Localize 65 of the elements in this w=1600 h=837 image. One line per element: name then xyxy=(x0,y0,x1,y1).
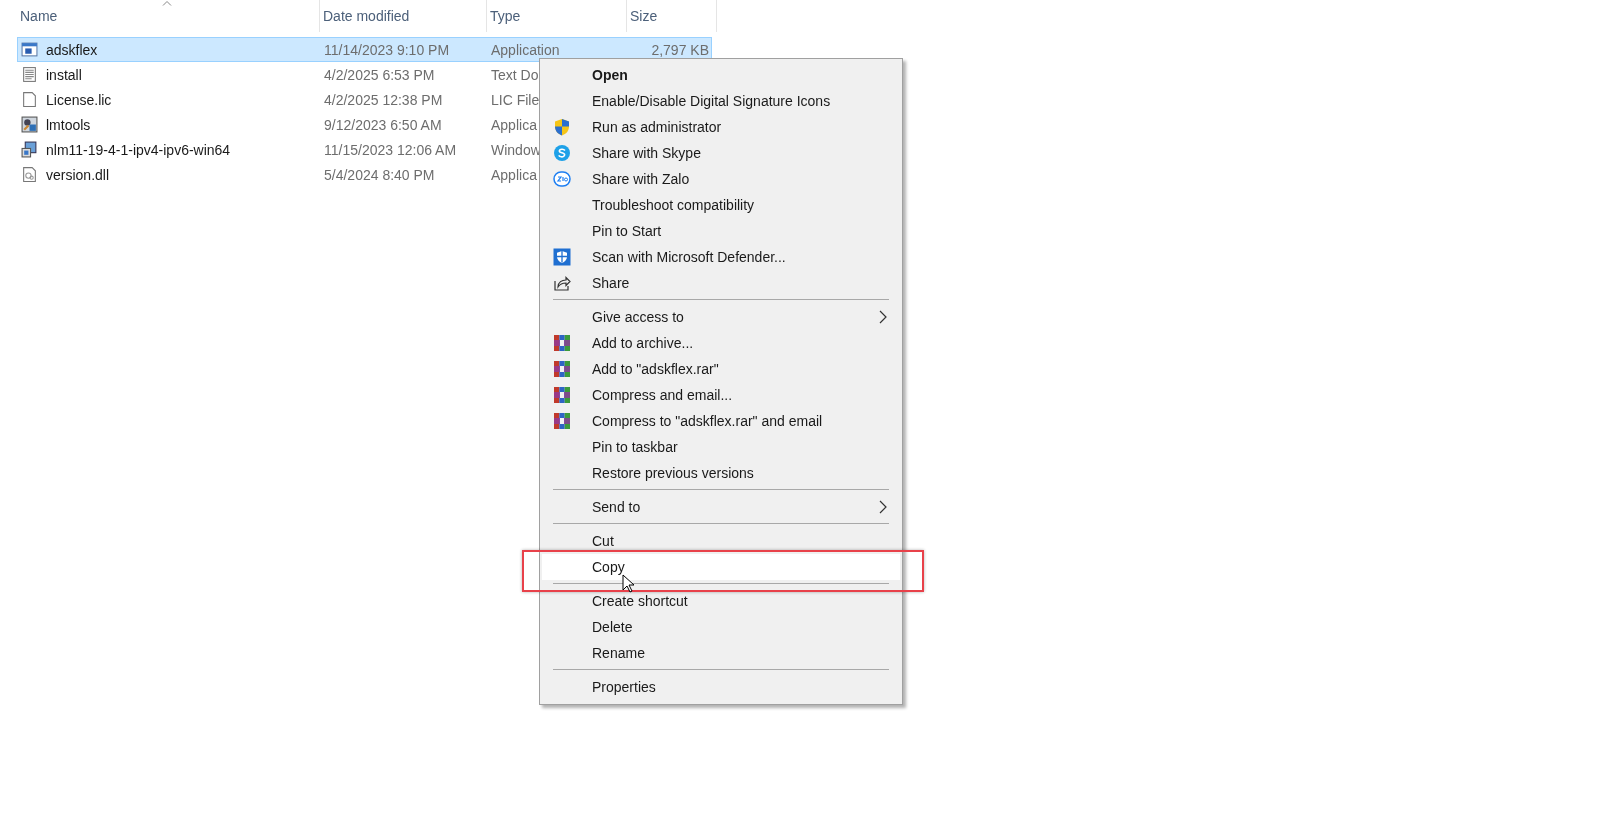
menu-item[interactable]: Compress to "adskflex.rar" and email xyxy=(542,408,900,434)
column-header[interactable]: Date modified xyxy=(323,8,410,24)
type-cell-text: Applica xyxy=(490,166,537,183)
skype-icon xyxy=(553,144,571,162)
menu-item[interactable]: Open xyxy=(542,62,900,88)
dll-file-icon xyxy=(21,166,38,183)
menu-item[interactable]: Add to "adskflex.rar" xyxy=(542,356,900,382)
menu-item[interactable]: Enable/Disable Digital Signature Icons xyxy=(542,88,900,114)
menu-item[interactable]: Run as administrator xyxy=(542,114,900,140)
date-cell-text: 5/4/2024 8:40 PM xyxy=(323,166,435,183)
menu-item[interactable]: Restore previous versions xyxy=(542,460,900,486)
share-icon xyxy=(553,274,571,292)
mouse-pointer-icon xyxy=(622,574,634,593)
archive-icon xyxy=(553,412,571,430)
file-name: lmtools xyxy=(46,116,91,133)
chevron-right-icon xyxy=(879,310,888,324)
menu-item[interactable]: Share with Skype xyxy=(542,140,900,166)
tool-icon xyxy=(21,116,38,133)
date-cell-text: 11/14/2023 9:10 PM xyxy=(323,41,450,58)
menu-item[interactable]: Create shortcut xyxy=(542,588,900,614)
type-cell-text: Applica xyxy=(490,116,537,133)
file-row[interactable]: adskflex 11/14/2023 9:10 PM Application 2,797 KB xyxy=(17,37,712,62)
menu-item[interactable]: Cut xyxy=(542,528,900,554)
installer-icon xyxy=(21,141,38,158)
menu-item[interactable]: Send to xyxy=(542,494,900,520)
column-header[interactable]: Size xyxy=(630,8,658,24)
file-name: version.dll xyxy=(46,166,110,183)
type-cell-text: Application xyxy=(490,41,560,58)
menu-item[interactable]: Pin to taskbar xyxy=(542,434,900,460)
menu-item[interactable]: Scan with Microsoft Defender... xyxy=(542,244,900,270)
file-icon xyxy=(21,91,38,108)
archive-icon xyxy=(553,360,571,378)
column-header[interactable]: Type xyxy=(490,8,521,24)
date-cell-text: 9/12/2023 6:50 AM xyxy=(323,116,442,133)
column-header[interactable]: Name xyxy=(20,8,58,24)
shield-icon xyxy=(553,248,571,266)
file-name: adskflex xyxy=(46,41,98,58)
menu-item[interactable]: Properties xyxy=(542,674,900,700)
menu-item[interactable]: Give access to xyxy=(542,304,900,330)
date-cell-text: 11/15/2023 12:06 AM xyxy=(323,141,457,158)
menu-item[interactable]: Share with Zalo xyxy=(542,166,900,192)
menu-item[interactable]: Compress and email... xyxy=(542,382,900,408)
menu-item[interactable]: Pin to Start xyxy=(542,218,900,244)
menu-item[interactable]: Share xyxy=(542,270,900,296)
shield-icon xyxy=(553,118,571,136)
menu-item[interactable]: Delete xyxy=(542,614,900,640)
date-cell-text: 4/2/2025 6:53 PM xyxy=(323,66,435,83)
type-cell-text: LIC File xyxy=(490,91,540,108)
text-file-icon xyxy=(21,66,38,83)
archive-icon xyxy=(553,334,571,352)
menu-item[interactable]: Copy xyxy=(542,554,900,580)
file-name: License.lic xyxy=(46,91,112,108)
file-name: nlm11-19-4-1-ipv4-ipv6-win64 xyxy=(46,141,231,158)
application-icon xyxy=(21,41,38,58)
menu-item[interactable]: Troubleshoot compatibility xyxy=(542,192,900,218)
zalo-icon xyxy=(553,170,571,188)
size-cell-text: 2,797 KB xyxy=(650,41,710,58)
menu-item[interactable]: Add to archive... xyxy=(542,330,900,356)
archive-icon xyxy=(553,386,571,404)
chevron-right-icon xyxy=(879,500,888,514)
menu-item[interactable]: Rename xyxy=(542,640,900,666)
date-cell-text: 4/2/2025 12:38 PM xyxy=(323,91,443,108)
type-cell-text: Window xyxy=(490,141,541,158)
file-name: install xyxy=(46,66,82,83)
type-cell-text: Text Do xyxy=(490,66,539,83)
